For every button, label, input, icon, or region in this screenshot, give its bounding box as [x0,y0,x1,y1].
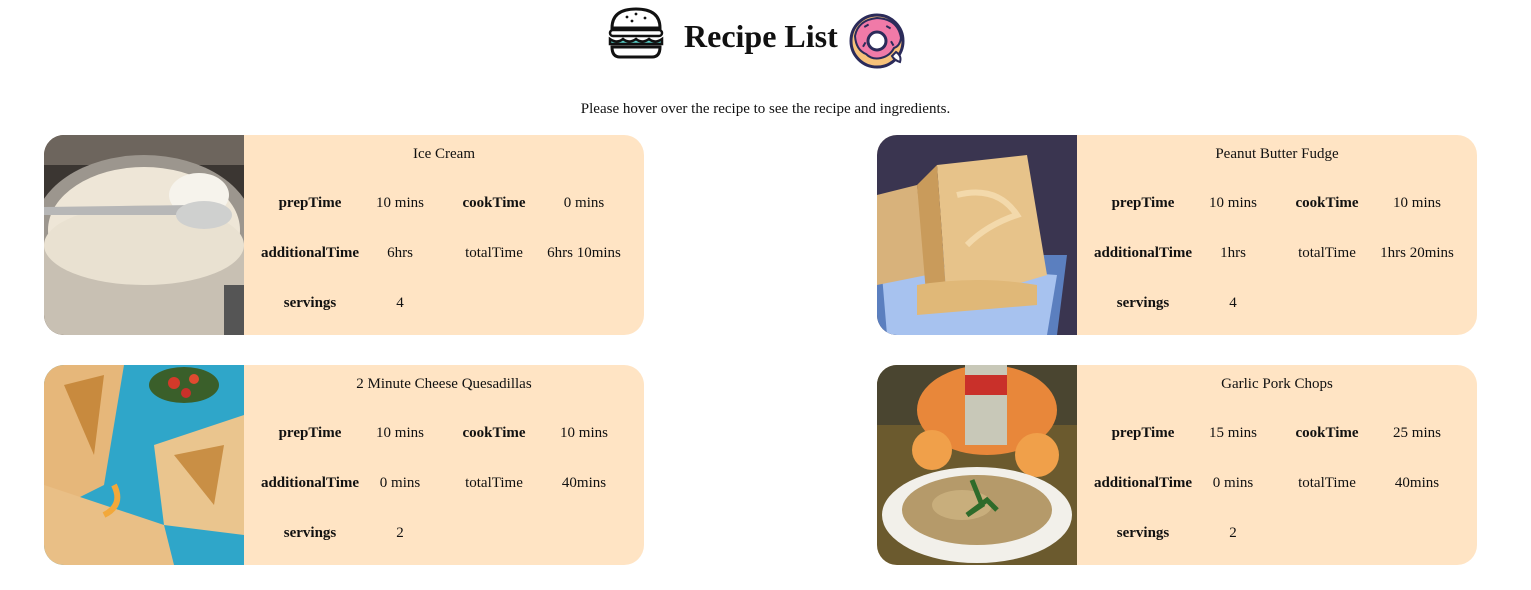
additional-time-value: 1hrs [1220,245,1246,261]
prep-time-label: prepTime [278,425,342,441]
recipe-card-garlic-pork-chops[interactable]: Garlic Pork Chops prepTime 15 mins cookT… [877,365,1477,565]
total-time-value: 40mins [1394,475,1440,491]
prep-time-value: 10 mins [376,425,424,441]
recipe-row-servings: servings 4 [244,295,644,315]
recipe-row-additional: additionalTime 0 mins totalTime 40mins [244,475,644,495]
recipe-details: Ice Cream prepTime 10 mins cookTime 0 mi… [244,135,644,335]
prep-time-label: prepTime [1111,195,1175,211]
recipe-card-peanut-butter-fudge[interactable]: Peanut Butter Fudge prepTime 10 mins coo… [877,135,1477,335]
recipe-row-times: prepTime 10 mins cookTime 0 mins [244,195,644,215]
recipe-title: Ice Cream [412,146,476,162]
prep-time-label: prepTime [278,195,342,211]
recipe-card-ice-cream[interactable]: Ice Cream prepTime 10 mins cookTime 0 mi… [44,135,644,335]
burger-icon [608,7,664,59]
cook-time-label: cookTime [1295,425,1359,441]
additional-time-label: additionalTime [1093,245,1193,261]
cook-time-label: cookTime [462,195,526,211]
cook-time-value: 10 mins [1393,195,1441,211]
fudge-photo [877,135,1077,335]
additional-time-label: additionalTime [260,475,360,491]
total-time-value: 6hrs 10mins [547,245,621,261]
cook-time-label: cookTime [1295,195,1359,211]
quesadillas-photo [44,365,244,565]
cook-time-label: cookTime [462,425,526,441]
recipe-row-servings: servings 2 [1077,525,1477,545]
recipe-row-additional: additionalTime 0 mins totalTime 40mins [1077,475,1477,495]
prep-time-value: 10 mins [376,195,424,211]
total-time-label: totalTime [1298,245,1356,261]
additional-time-label: additionalTime [260,245,360,261]
additional-time-value: 0 mins [1212,475,1254,491]
recipe-row-additional: additionalTime 6hrs totalTime 6hrs 10min… [244,245,644,265]
prep-time-value: 15 mins [1209,425,1257,441]
servings-value: 2 [396,525,404,541]
pork-chops-photo [877,365,1077,565]
recipe-row-servings: servings 4 [1077,295,1477,315]
servings-label: servings [1116,525,1170,541]
total-time-value: 1hrs 20mins [1380,245,1454,261]
cook-time-value: 10 mins [560,425,608,441]
recipe-details: 2 Minute Cheese Quesadillas prepTime 10 … [244,365,644,565]
servings-value: 4 [1229,295,1237,311]
recipe-row-times: prepTime 10 mins cookTime 10 mins [244,425,644,445]
page-title: Recipe List [684,18,838,54]
cook-time-value: 25 mins [1393,425,1441,441]
recipe-title: Garlic Pork Chops [1221,376,1333,392]
prep-time-value: 10 mins [1209,195,1257,211]
servings-label: servings [283,295,337,311]
total-time-label: totalTime [1298,475,1356,491]
recipe-details: Peanut Butter Fudge prepTime 10 mins coo… [1077,135,1477,335]
additional-time-value: 6hrs [387,245,413,261]
total-time-value: 40mins [561,475,607,491]
servings-value: 4 [396,295,404,311]
recipe-details: Garlic Pork Chops prepTime 15 mins cookT… [1077,365,1477,565]
recipe-row-times: prepTime 10 mins cookTime 10 mins [1077,195,1477,215]
ice-cream-jar-photo [44,135,244,335]
instructions-text: Please hover over the recipe to see the … [580,101,951,117]
recipe-row-servings: servings 2 [244,525,644,545]
servings-value: 2 [1229,525,1237,541]
additional-time-value: 0 mins [379,475,421,491]
servings-label: servings [283,525,337,541]
servings-label: servings [1116,295,1170,311]
recipe-row-times: prepTime 15 mins cookTime 25 mins [1077,425,1477,445]
recipe-title: 2 Minute Cheese Quesadillas [356,376,532,392]
recipe-card-cheese-quesadillas[interactable]: 2 Minute Cheese Quesadillas prepTime 10 … [44,365,644,565]
donut-icon [849,13,905,69]
additional-time-label: additionalTime [1093,475,1193,491]
recipe-row-additional: additionalTime 1hrs totalTime 1hrs 20min… [1077,245,1477,265]
prep-time-label: prepTime [1111,425,1175,441]
cook-time-value: 0 mins [563,195,605,211]
recipe-title: Peanut Butter Fudge [1215,146,1339,162]
total-time-label: totalTime [465,475,523,491]
total-time-label: totalTime [465,245,523,261]
page-header: Recipe List [0,0,1531,80]
